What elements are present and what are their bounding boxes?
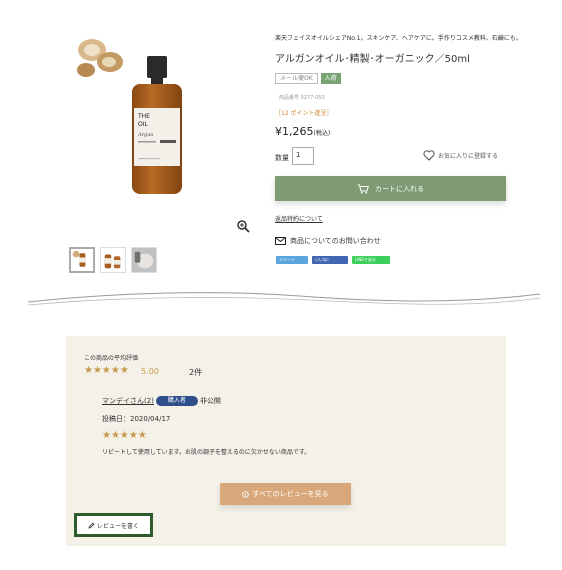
pencil-icon	[88, 522, 95, 529]
reviewer-visibility: 非公開	[199, 397, 221, 405]
thumbnail-3[interactable]	[131, 247, 157, 273]
cart-icon	[357, 184, 369, 194]
facebook-like-button[interactable]: いいね！	[312, 256, 348, 264]
inquiry-label: 商品についてのお問い合わせ	[290, 237, 381, 245]
social-share-buttons: ツイート いいね！ LINEで送る	[276, 256, 390, 264]
review-section: この商品の平均評価 ★★★★★ 5.00 2件 マンデイさん(2) 購入者 非公…	[66, 336, 506, 546]
line-share-button[interactable]: LINEで送る	[352, 256, 390, 264]
oil-bottle-image: THE OIL Argan	[132, 56, 182, 194]
argan-nuts-image	[77, 39, 123, 77]
review-text: リピートして使用しています。お肌の調子を整えるのに欠かせない商品です。	[102, 449, 311, 456]
bottle-variant: Argan	[137, 132, 154, 138]
shop-description: 楽天フェイスオイルシェアNo.1。スキンケア、ヘアケアに。手作りコスメ教科、石鹸…	[275, 35, 522, 42]
favorite-button[interactable]: お気に入りに登録する	[423, 150, 498, 161]
average-rating-score: 5.00	[141, 367, 159, 376]
price: ¥1,265(税込)	[275, 125, 330, 138]
bottle-brand-2: OIL	[138, 121, 148, 128]
average-rating-label: この商品の平均評価	[84, 355, 139, 362]
write-review-label: レビューを書く	[96, 522, 139, 530]
average-rating-stars: ★★★★★	[84, 365, 129, 376]
all-reviews-button[interactable]: すべてのレビューを見る	[220, 483, 351, 505]
wave-divider	[27, 292, 541, 306]
bottle-brand-1: THE	[137, 113, 150, 120]
inquiry-link[interactable]: 商品についてのお問い合わせ	[275, 236, 381, 246]
returns-link[interactable]: 返品特約について	[275, 214, 323, 223]
product-code: 商品番号 0277-050	[279, 95, 325, 101]
reviewer-name[interactable]: マンデイさん(2)	[102, 396, 154, 406]
mail-ok-badge: メール便OK	[275, 73, 318, 84]
thumbnail-list	[69, 247, 157, 273]
reviewer-line: マンデイさん(2) 購入者 非公開	[102, 396, 221, 406]
zoom-icon[interactable]	[236, 219, 250, 233]
chat-icon	[242, 490, 250, 498]
product-title: アルガンオイル･精製･オーガニック／50ml	[275, 54, 470, 65]
review-count: 2件	[189, 368, 203, 377]
tax-label: (税込)	[313, 130, 331, 137]
quantity-input[interactable]: 1	[292, 147, 314, 165]
points-label: ［12 ポイント進呈］	[275, 110, 333, 117]
quantity-label: 数量	[275, 154, 289, 162]
write-review-button[interactable]: レビューを書く	[74, 513, 153, 537]
cart-button-label: カートに入れる	[375, 185, 424, 193]
favorite-label: お気に入りに登録する	[438, 153, 499, 160]
in-stock-badge: 入荷	[320, 73, 341, 84]
buyer-badge: 購入者	[155, 396, 198, 406]
all-reviews-label: すべてのレビューを見る	[252, 490, 329, 498]
thumbnail-2[interactable]	[100, 247, 126, 273]
thumbnail-1[interactable]	[69, 247, 95, 273]
mail-icon	[275, 237, 286, 245]
tweet-button[interactable]: ツイート	[276, 256, 308, 264]
add-to-cart-button[interactable]: カートに入れる	[275, 176, 506, 201]
price-value: ¥1,265	[275, 125, 314, 138]
review-posted-date: 投稿日：2020/04/17	[102, 415, 171, 423]
shipping-badges: メール便OK 入荷	[275, 73, 341, 84]
review-stars: ★★★★★	[102, 430, 147, 441]
heart-icon	[423, 150, 435, 161]
main-product-image[interactable]: THE OIL Argan	[66, 22, 256, 217]
